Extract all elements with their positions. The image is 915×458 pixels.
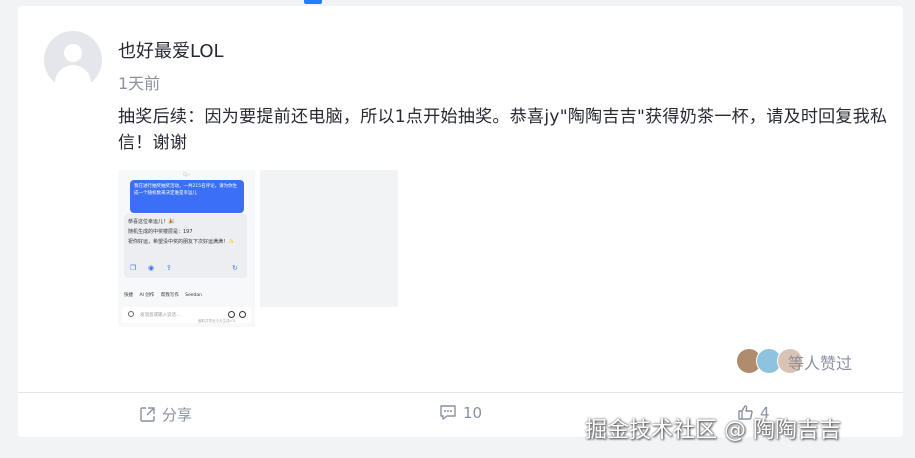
screenshot-input-placeholder: 发消息或输入说话... bbox=[140, 313, 181, 318]
share-label: 分享 bbox=[162, 406, 193, 424]
avatar-body bbox=[55, 65, 91, 89]
reply-line: 随机生成的中奖楼层是：197 bbox=[128, 229, 193, 235]
active-tab-indicator bbox=[304, 0, 322, 4]
username[interactable]: 也好最爱LOL bbox=[118, 37, 224, 63]
comment-count: 10 bbox=[463, 404, 483, 422]
audio-icon: ◉ bbox=[148, 264, 155, 272]
voice-icon bbox=[228, 311, 235, 318]
screenshot-reply-icons: ❐ ◉ ⇪ ↻ bbox=[124, 264, 247, 274]
screenshot-caption: 截取并导出今天生成LOL bbox=[198, 319, 237, 323]
tool-label: AI 创作 bbox=[139, 293, 155, 298]
comment-button[interactable]: 10 bbox=[439, 404, 482, 426]
copy-icon: ❐ bbox=[130, 264, 137, 272]
tool-label: 帮我写作 bbox=[160, 293, 179, 298]
attached-image-placeholder[interactable] bbox=[260, 170, 398, 307]
post-time: 1天前 bbox=[118, 74, 161, 93]
refresh-icon: ↻ bbox=[232, 264, 238, 272]
share-icon bbox=[140, 407, 155, 422]
post-content: 抽奖后续：因为要提前还电脑，所以1点开始抽奖。恭喜jy"陶陶吉吉"获得奶茶一杯，… bbox=[118, 107, 888, 153]
plus-icon bbox=[239, 311, 246, 318]
likes-summary[interactable]: 等人赞过 bbox=[788, 350, 852, 374]
tool-label: Seedan bbox=[185, 293, 203, 298]
attached-image-chat-screenshot[interactable]: Qin 我在进行抽奖抽奖活动，一共215名评论，请为你生成一个随机数来决定谁是幸… bbox=[118, 170, 255, 327]
avatar[interactable] bbox=[44, 31, 102, 89]
watermark: 掘金技术社区 @ 陶陶吉吉 bbox=[585, 418, 841, 443]
camera-icon bbox=[128, 311, 134, 317]
comment-icon bbox=[440, 405, 456, 420]
screenshot-top-label: Qin bbox=[183, 172, 190, 177]
reply-line: 恭喜这位幸运儿！🎉 bbox=[128, 219, 175, 225]
avatar-head bbox=[64, 44, 82, 62]
comment-card: 也好最爱LOL 1天前 抽奖后续：因为要提前还电脑，所以1点开始抽奖。恭喜jy"… bbox=[18, 6, 903, 437]
screenshot-toolbar: 快捷 AI 创作 帮我写作 Seedan bbox=[124, 292, 252, 298]
reply-line: 祝你好运，希望没中奖的朋友下次好运满满！✨ bbox=[128, 239, 235, 245]
tool-label: 快捷 bbox=[124, 293, 133, 298]
screenshot-user-bubble: 我在进行抽奖抽奖活动，一共215名评论，请为你生成一个随机数来决定谁是幸运儿 bbox=[130, 180, 244, 213]
divider bbox=[18, 392, 903, 393]
share-button[interactable]: 分享 bbox=[139, 404, 192, 426]
share-icon: ⇪ bbox=[166, 264, 172, 272]
